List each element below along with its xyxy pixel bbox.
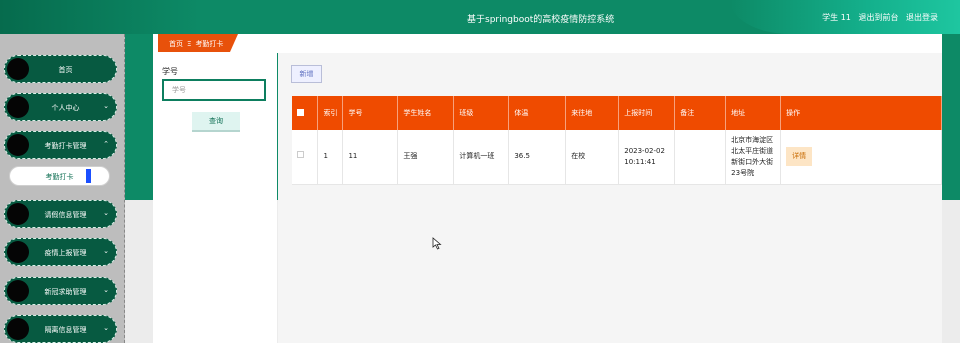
column-header-actions: 操作 xyxy=(780,96,942,130)
breadcrumb-tag: 首页 Ξ 考勤打卡 xyxy=(158,34,238,52)
breadcrumb-home[interactable]: 首页 xyxy=(169,40,183,48)
chevron-down-icon: ⌄ xyxy=(103,247,109,255)
cell-location: 在校 xyxy=(565,130,620,185)
menu-bullet-icon xyxy=(7,280,29,302)
sidebar-item-label: 考勤打卡管理 xyxy=(44,142,87,150)
sidebar-item-label: 疫情上报管理 xyxy=(44,249,87,257)
menu-bullet-icon xyxy=(7,134,29,156)
table-row: 1 11 王强 计算机一班 36.5 在校 2023-02-02 10:11:4… xyxy=(292,130,942,185)
sidebar-item-home[interactable]: 首页 xyxy=(4,55,117,83)
add-button[interactable]: 新增 xyxy=(291,65,322,83)
chevron-down-icon: ⌄ xyxy=(103,209,109,217)
sidebar-item-epidemic-report[interactable]: 疫情上报管理 ⌄ xyxy=(4,238,117,266)
sidebar-item-covid-help[interactable]: 新冠求助管理 ⌄ xyxy=(4,277,117,305)
cell-class: 计算机一班 xyxy=(453,130,510,185)
row-select-cell[interactable] xyxy=(292,130,319,185)
back-to-frontend-link[interactable]: 退出到前台 xyxy=(858,13,898,22)
menu-bullet-icon xyxy=(7,318,29,340)
top-header: 基于springboot的高校疫情防控系统 学生 11 退出到前台 退出登录 xyxy=(0,0,960,34)
attendance-table: 索引 学号 学生姓名 班级 体温 来往地 上报时间 备注 地址 操作 1 11 … xyxy=(292,96,942,185)
cell-address: 北京市海淀区北太平庄街道新街口外大街23号院 xyxy=(725,130,782,185)
search-label: 学号 xyxy=(162,67,178,76)
cell-actions: 详情 xyxy=(780,130,942,185)
column-header-report-time: 上报时间 xyxy=(618,96,676,130)
cell-temperature: 36.5 xyxy=(508,130,567,185)
column-header-name: 学生姓名 xyxy=(397,96,455,130)
table-header-row: 索引 学号 学生姓名 班级 体温 来往地 上报时间 备注 地址 操作 xyxy=(292,96,942,130)
student-id-search-input[interactable] xyxy=(162,79,266,101)
column-header-location: 来往地 xyxy=(565,96,620,130)
sidebar-item-personal-center[interactable]: 个人中心 ⌄ xyxy=(4,93,117,121)
header-decoration xyxy=(0,0,200,34)
column-header-class: 班级 xyxy=(453,96,510,130)
sidebar-item-quarantine[interactable]: 隔离信息管理 ⌄ xyxy=(4,315,117,343)
submenu-item-label: 考勤打卡 xyxy=(45,173,74,181)
mouse-cursor-icon xyxy=(432,237,442,250)
menu-bullet-icon xyxy=(7,241,29,263)
column-header-address: 地址 xyxy=(725,96,782,130)
logout-link[interactable]: 退出登录 xyxy=(906,13,938,22)
sidebar-item-label: 隔离信息管理 xyxy=(44,326,87,334)
sidebar-item-leave[interactable]: 请假信息管理 ⌄ xyxy=(4,200,117,228)
column-header-temperature: 体温 xyxy=(508,96,567,130)
active-marker xyxy=(86,169,91,183)
search-button[interactable]: 查询 xyxy=(192,112,240,132)
cell-note xyxy=(674,130,727,185)
chevron-down-icon: ⌄ xyxy=(103,102,109,110)
cell-index: 1 xyxy=(317,130,344,185)
column-header-student-id: 学号 xyxy=(342,96,399,130)
chevron-up-icon: ⌃ xyxy=(103,140,109,148)
column-header-note: 备注 xyxy=(674,96,727,130)
site-title: 基于springboot的高校疫情防控系统 xyxy=(467,15,615,25)
menu-bullet-icon xyxy=(7,58,29,80)
select-all-header[interactable] xyxy=(292,96,319,130)
breadcrumb: 首页 Ξ 考勤打卡 xyxy=(153,34,942,53)
breadcrumb-separator: Ξ xyxy=(187,40,192,48)
cell-report-time: 2023-02-02 10:11:41 xyxy=(618,130,676,185)
chevron-down-icon: ⌄ xyxy=(103,286,109,294)
sidebar-item-label: 个人中心 xyxy=(51,104,80,112)
menu-bullet-icon xyxy=(7,203,29,225)
chevron-down-icon: ⌄ xyxy=(103,324,109,332)
select-all-checkbox[interactable] xyxy=(297,108,304,116)
sidebar-item-label: 新冠求助管理 xyxy=(44,288,87,296)
sidebar: 首页 个人中心 ⌄ 考勤打卡管理 ⌃ 考勤打卡 请假信息管理 ⌄ 疫情上报管理 … xyxy=(0,34,125,343)
submenu-item-attendance-checkin[interactable]: 考勤打卡 xyxy=(9,166,110,186)
current-user: 学生 11 xyxy=(822,13,851,22)
menu-bullet-icon xyxy=(7,96,29,118)
sidebar-item-label: 首页 xyxy=(58,66,73,74)
detail-button[interactable]: 详情 xyxy=(786,147,813,167)
main-panel: 新增 索引 学号 学生姓名 班级 体温 来往地 上报时间 备注 地址 操作 1 … xyxy=(278,53,942,343)
column-header-index: 索引 xyxy=(317,96,344,130)
breadcrumb-current: 考勤打卡 xyxy=(195,40,224,48)
sidebar-item-attendance[interactable]: 考勤打卡管理 ⌃ xyxy=(4,131,117,159)
user-area: 学生 11 退出到前台 退出登录 xyxy=(817,12,938,23)
sidebar-item-label: 请假信息管理 xyxy=(44,211,87,219)
search-panel: 学号 查询 xyxy=(153,53,277,343)
cell-name: 王强 xyxy=(397,130,455,185)
cell-student-id: 11 xyxy=(342,130,399,185)
row-checkbox[interactable] xyxy=(297,151,304,159)
